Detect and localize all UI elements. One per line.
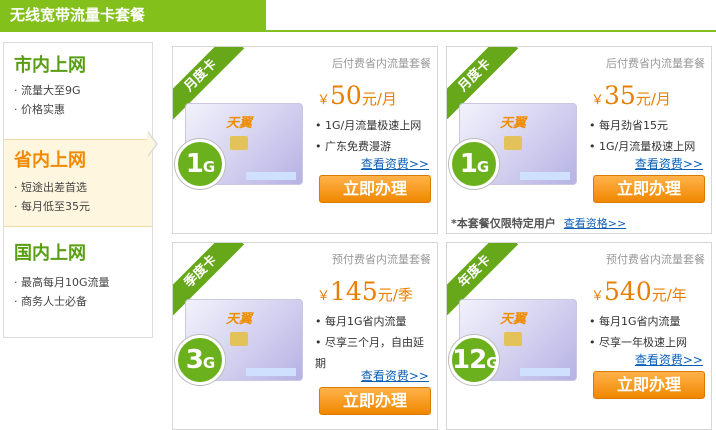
feature-list: 每月1G省内流量 尽享三个月，自由延期 — [315, 311, 433, 374]
view-rates-link[interactable]: 查看资费>> — [361, 367, 429, 384]
data-amount-badge: 1G — [449, 139, 499, 189]
feature-list: 每月1G省内流量 尽享一年极速上网 — [589, 311, 707, 353]
data-amount-badge: 3G — [175, 335, 225, 385]
brand-logo: 天翼 — [226, 312, 253, 327]
view-rates-link[interactable]: 查看资费>> — [635, 351, 703, 368]
plan-card-quarterly-145: 季度卡 预付费省内流量套餐 天翼 3G ￥145元/季 每月1G省内流量 尽享三… — [172, 242, 438, 430]
sidebar-item-title: 省内上网 — [14, 150, 86, 171]
page-header: 无线宽带流量卡套餐 — [0, 0, 716, 32]
page-title: 无线宽带流量卡套餐 — [0, 0, 266, 30]
feature-item: 尽享一年极速上网 — [589, 332, 707, 353]
header-divider — [0, 30, 716, 32]
feature-item: 广东免费漫游 — [315, 136, 433, 157]
card-strip — [246, 368, 296, 376]
price: ￥35元/月 — [591, 81, 671, 110]
plan-title: 预付费省内流量套餐 — [606, 253, 705, 266]
feature-item: 每月1G省内流量 — [315, 311, 433, 332]
price: ￥540元/年 — [591, 277, 687, 306]
sidebar-active-pointer-fill — [147, 132, 156, 156]
price: ￥50元/月 — [317, 81, 397, 110]
feature-list: 1G/月流量极速上网 广东免费漫游 — [315, 115, 433, 157]
view-rates-link[interactable]: 查看资费>> — [361, 155, 429, 172]
brand-logo: 天翼 — [500, 116, 527, 131]
apply-now-button[interactable]: 立即办理 — [319, 175, 431, 203]
sidebar-item-line: · 每月低至35元 — [14, 200, 90, 213]
apply-now-button[interactable]: 立即办理 — [593, 175, 705, 203]
apply-now-button[interactable]: 立即办理 — [319, 387, 431, 415]
sidebar-item-national[interactable]: 国内上网 · 最高每月10G流量 · 商务人士必备 — [4, 239, 152, 329]
plan-title: 预付费省内流量套餐 — [332, 253, 431, 266]
plan-card-monthly-35: 月度卡 后付费省内流量套餐 天翼 1G ￥35元/月 每月劲省15元 1G/月流… — [446, 46, 712, 234]
card-strip — [520, 368, 570, 376]
sidebar-item-city[interactable]: 市内上网 · 流量大至9G · 价格实惠 — [4, 51, 152, 131]
restriction-note: *本套餐仅限特定用户 查看资格>> — [451, 217, 627, 230]
sidebar-item-title: 国内上网 — [14, 243, 86, 264]
sidebar-item-line: · 最高每月10G流量 — [14, 276, 110, 289]
chip-icon — [230, 136, 248, 150]
plan-card-yearly-540: 年度卡 预付费省内流量套餐 天翼 12G ￥540元/年 每月1G省内流量 尽享… — [446, 242, 712, 430]
view-eligibility-link[interactable]: 查看资格>> — [564, 217, 626, 230]
plan-card-monthly-50: 月度卡 后付费省内流量套餐 天翼 1G ￥50元/月 1G/月流量极速上网 广东… — [172, 46, 438, 234]
sidebar-item-line: · 价格实惠 — [14, 103, 65, 116]
brand-logo: 天翼 — [226, 116, 253, 131]
card-strip — [520, 172, 570, 180]
card-strip — [246, 172, 296, 180]
chip-icon — [230, 332, 248, 346]
feature-item: 每月1G省内流量 — [589, 311, 707, 332]
feature-item: 每月劲省15元 — [589, 115, 707, 136]
plan-title: 后付费省内流量套餐 — [606, 57, 705, 70]
sidebar-item-title: 市内上网 — [14, 55, 86, 76]
sidebar-item-line: · 短途出差首选 — [14, 181, 87, 194]
sidebar-item-line: · 商务人士必备 — [14, 295, 87, 308]
feature-list: 每月劲省15元 1G/月流量极速上网 — [589, 115, 707, 157]
brand-logo: 天翼 — [500, 312, 527, 327]
chip-icon — [504, 136, 522, 150]
feature-item: 1G/月流量极速上网 — [589, 136, 707, 157]
plan-title: 后付费省内流量套餐 — [332, 57, 431, 70]
sidebar: 市内上网 · 流量大至9G · 价格实惠 省内上网 · 短途出差首选 · 每月低… — [3, 42, 153, 338]
price: ￥145元/季 — [317, 277, 413, 306]
apply-now-button[interactable]: 立即办理 — [593, 371, 705, 399]
feature-item: 1G/月流量极速上网 — [315, 115, 433, 136]
data-amount-badge: 12G — [449, 335, 499, 385]
chip-icon — [504, 332, 522, 346]
view-rates-link[interactable]: 查看资费>> — [635, 155, 703, 172]
sidebar-item-province[interactable]: 省内上网 · 短途出差首选 · 每月低至35元 — [4, 139, 152, 227]
sidebar-item-line: · 流量大至9G — [14, 84, 81, 97]
data-amount-badge: 1G — [175, 139, 225, 189]
